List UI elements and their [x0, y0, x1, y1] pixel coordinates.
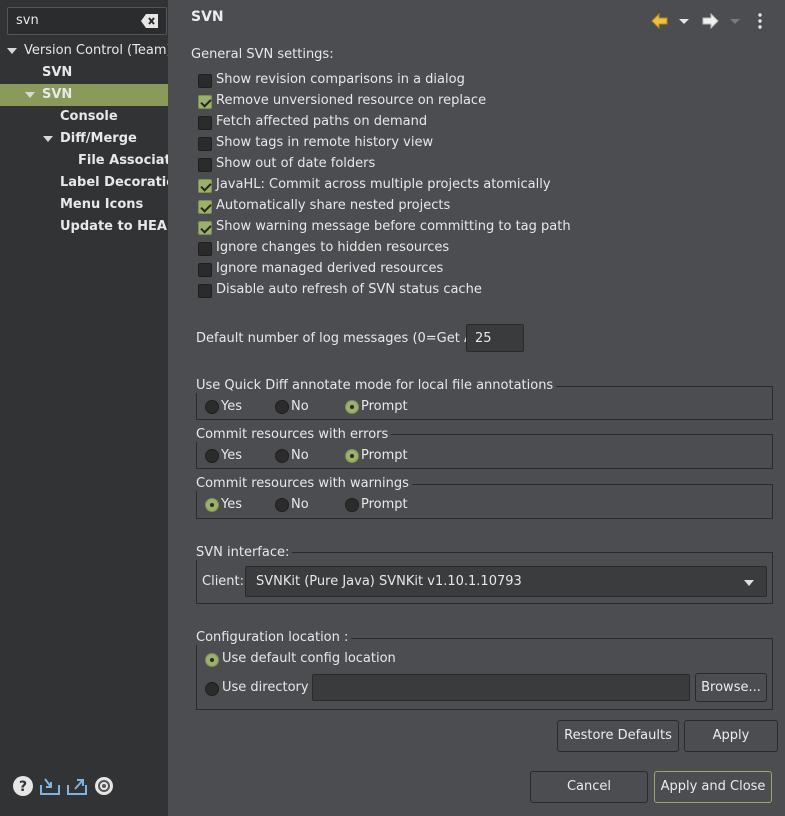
log-messages-input[interactable]: 25: [466, 324, 524, 352]
expand-arrow-icon[interactable]: [43, 136, 53, 142]
client-label: Client:: [202, 574, 245, 589]
tree-item-svn-selected[interactable]: SVN: [0, 84, 168, 106]
radio-label: Prompt: [361, 497, 408, 512]
radio-label: Prompt: [361, 399, 408, 414]
filter-input-value: svn: [16, 13, 39, 28]
back-dropdown-icon[interactable]: [678, 12, 690, 30]
tree-item-update-to-head[interactable]: Update to HEAD: [0, 216, 168, 238]
tree-item-label: Version Control (Team): [24, 43, 168, 58]
checkbox-box[interactable]: [198, 179, 212, 193]
tree-item-console[interactable]: Console: [0, 106, 168, 128]
radio-label: Prompt: [361, 448, 408, 463]
svg-text:?: ?: [19, 779, 27, 795]
tree-item-label: Menu Icons: [60, 197, 144, 212]
checkbox-label: Show revision comparisons in a dialog: [216, 72, 465, 87]
cancel-button[interactable]: Cancel: [530, 771, 648, 803]
filter-input[interactable]: svn: [7, 7, 167, 35]
checkbox-label: Show warning message before committing t…: [216, 219, 571, 234]
tree-item-label: Diff/Merge: [60, 131, 137, 146]
client-select-value: SVNKit (Pure Java) SVNKit v1.10.1.10793: [256, 574, 522, 589]
use-directory-radio[interactable]: [205, 682, 219, 696]
restore-defaults-button[interactable]: Restore Defaults: [557, 720, 679, 752]
checkbox-box[interactable]: [198, 137, 212, 151]
radio-label: Yes: [221, 448, 242, 463]
checkbox-label: Disable auto refresh of SVN status cache: [216, 282, 482, 297]
forward-dropdown-icon[interactable]: [729, 12, 741, 30]
commit-errors-group-title: Commit resources with errors: [196, 427, 392, 442]
tree-item-menu-icons[interactable]: Menu Icons: [0, 194, 168, 216]
tree-item-label: SVN: [42, 65, 73, 80]
checkbox-label: JavaHL: Commit across multiple projects …: [216, 177, 551, 192]
quick-diff-yes-radio[interactable]: [205, 400, 219, 414]
checkbox-box[interactable]: [198, 95, 212, 109]
checkbox-label: Show tags in remote history view: [216, 135, 434, 150]
quick-diff-no-radio[interactable]: [275, 400, 289, 414]
checkbox-box[interactable]: [198, 74, 212, 88]
directory-input[interactable]: [312, 674, 690, 701]
use-default-config-radio[interactable]: [205, 653, 219, 667]
checkbox-label: Ignore managed derived resources: [216, 261, 444, 276]
oomph-icon[interactable]: [93, 775, 115, 797]
checkbox-box[interactable]: [198, 284, 212, 298]
commit-errors-prompt-radio[interactable]: [345, 449, 359, 463]
back-arrow-icon[interactable]: [651, 12, 669, 30]
checkbox-box[interactable]: [198, 221, 212, 235]
checkbox-label: Automatically share nested projects: [216, 198, 451, 213]
tree-item-version-control[interactable]: Version Control (Team): [0, 40, 168, 62]
tree-item-label: File Associatic: [78, 153, 168, 168]
general-settings-label: General SVN settings:: [191, 47, 334, 62]
radio-label: No: [291, 399, 309, 414]
expand-arrow-icon[interactable]: [25, 92, 35, 98]
checkbox-box[interactable]: [198, 116, 212, 130]
apply-and-close-button[interactable]: Apply and Close: [654, 771, 772, 803]
commit-warnings-prompt-radio[interactable]: [345, 498, 359, 512]
checkbox-label: Remove unversioned resource on replace: [216, 93, 487, 108]
preferences-sidebar: svn Version Control (Team) SVN SVN Conso…: [0, 0, 168, 816]
apply-button[interactable]: Apply: [684, 720, 778, 752]
page-title: SVN: [191, 9, 224, 25]
quick-diff-group-title: Use Quick Diff annotate mode for local f…: [196, 378, 557, 393]
checkbox-label: Show out of date folders: [216, 156, 376, 171]
commit-errors-yes-radio[interactable]: [205, 449, 219, 463]
radio-label: Yes: [221, 399, 242, 414]
tree-item-svn[interactable]: SVN: [0, 62, 168, 84]
tree-item-label-decorations[interactable]: Label Decoration: [0, 172, 168, 194]
tree-item-file-associations[interactable]: File Associatic: [0, 150, 168, 172]
expand-arrow-icon[interactable]: [7, 48, 17, 54]
config-location-title: Configuration location :: [196, 630, 352, 645]
radio-label: No: [291, 448, 309, 463]
tree-item-label: SVN: [42, 87, 73, 102]
view-menu-icon[interactable]: [754, 12, 766, 30]
checkbox-label: Fetch affected paths on demand: [216, 114, 428, 129]
tree-item-label: Label Decoration: [60, 175, 168, 190]
commit-warnings-group-title: Commit resources with warnings: [196, 476, 412, 491]
chevron-down-icon: [744, 580, 754, 586]
use-default-config-label: Use default config location: [222, 651, 396, 666]
radio-label: No: [291, 497, 309, 512]
tree-item-diff-merge[interactable]: Diff/Merge: [0, 128, 168, 150]
browse-button[interactable]: Browse...: [695, 673, 767, 702]
export-icon[interactable]: [66, 775, 88, 797]
commit-errors-no-radio[interactable]: [275, 449, 289, 463]
forward-arrow-icon[interactable]: [701, 12, 719, 30]
svn-interface-title: SVN interface:: [196, 545, 293, 560]
clear-filter-icon[interactable]: [141, 14, 159, 28]
quick-diff-prompt-radio[interactable]: [345, 400, 359, 414]
commit-warnings-yes-radio[interactable]: [205, 498, 219, 512]
import-icon[interactable]: [39, 775, 61, 797]
checkbox-box[interactable]: [198, 158, 212, 172]
checkbox-box[interactable]: [198, 263, 212, 277]
log-messages-label: Default number of log messages (0=Get Al…: [196, 331, 486, 346]
commit-warnings-no-radio[interactable]: [275, 498, 289, 512]
radio-label: Yes: [221, 497, 242, 512]
checkbox-box[interactable]: [198, 242, 212, 256]
checkbox-box[interactable]: [198, 200, 212, 214]
client-select[interactable]: SVNKit (Pure Java) SVNKit v1.10.1.10793: [245, 566, 767, 597]
help-icon[interactable]: ?: [12, 775, 34, 797]
log-messages-value: 25: [475, 331, 492, 346]
use-directory-label: Use directory :: [222, 680, 318, 695]
tree-item-label: Update to HEAD: [60, 219, 168, 234]
tree-item-label: Console: [60, 109, 118, 124]
checkbox-label: Ignore changes to hidden resources: [216, 240, 450, 255]
